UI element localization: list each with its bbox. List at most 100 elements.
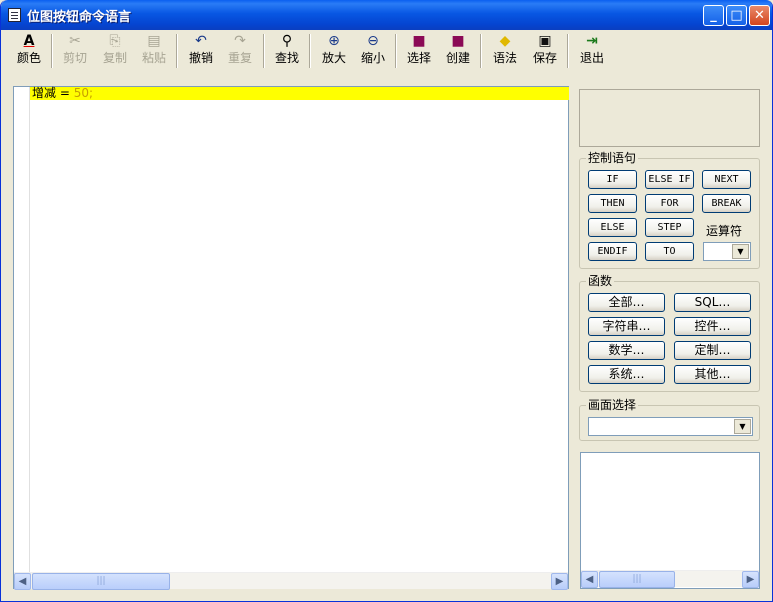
zoom-in-button[interactable]: ⊕ 放大 — [316, 31, 352, 73]
floppy-disk-icon: ▣ — [538, 33, 552, 49]
scroll-right-arrow-icon[interactable]: ▶ — [742, 571, 759, 588]
color-label: 颜色 — [16, 51, 41, 65]
scissors-icon: ✂ — [69, 33, 81, 49]
list-horizontal-scrollbar[interactable]: ◀ ||| ▶ — [581, 570, 759, 588]
else-if-button[interactable]: ELSE IF — [645, 170, 694, 189]
sql-functions-button[interactable]: SQL… — [674, 293, 751, 312]
line-gutter — [14, 87, 30, 572]
find-button[interactable]: ⚲ 查找 — [269, 31, 305, 73]
undo-icon: ↶ — [195, 33, 207, 49]
exit-door-icon: ⇥ — [586, 33, 598, 49]
warning-diamond-icon: ◆ — [499, 33, 511, 49]
binoculars-icon: ⚲ — [281, 33, 293, 49]
title-bar[interactable]: 位图按钮命令语言 _ □ ✕ — [1, 0, 772, 30]
create-square-icon: ■ — [451, 33, 465, 49]
control-statements-group: 控制语句 IF ELSE IF NEXT THEN FOR BREAK ELSE… — [579, 151, 760, 269]
copy-label: 复制 — [102, 51, 127, 65]
zoom-in-icon: ⊕ — [328, 33, 340, 49]
toolbar: A 颜色 ✂ 剪切 ⎘ 复制 ▤ 粘贴 ↶ 撤销 ↷ 重复 ⚲ 查找 ⊕ 放大 … — [7, 31, 767, 73]
close-button[interactable]: ✕ — [749, 5, 770, 26]
zoom-in-label: 放大 — [321, 51, 346, 65]
preview-panel — [579, 89, 760, 147]
zoom-out-icon: ⊖ — [367, 33, 379, 49]
step-button[interactable]: STEP — [645, 218, 694, 237]
endif-button[interactable]: ENDIF — [588, 242, 637, 261]
select-label: 选择 — [406, 51, 431, 65]
screen-select[interactable]: ▼ — [588, 417, 753, 436]
functions-label: 函数 — [586, 274, 615, 288]
undo-label: 撤销 — [188, 51, 213, 65]
chevron-down-icon[interactable]: ▼ — [732, 244, 749, 259]
color-button[interactable]: A 颜色 — [11, 31, 47, 73]
zoom-out-label: 缩小 — [360, 51, 385, 65]
toolbar-separator — [480, 34, 482, 68]
create-button[interactable]: ■ 创建 — [440, 31, 476, 73]
exit-button[interactable]: ⇥ 退出 — [574, 31, 610, 73]
maximize-button[interactable]: □ — [726, 5, 747, 26]
code-identifier: 增减 — [32, 86, 57, 100]
document-icon — [8, 8, 21, 22]
copy-icon: ⎘ — [109, 33, 121, 49]
scroll-thumb[interactable]: ||| — [599, 571, 675, 588]
save-label: 保存 — [532, 51, 557, 65]
then-button[interactable]: THEN — [588, 194, 637, 213]
code-editor[interactable]: 增减 = 50; ◀ ||| ▶ — [13, 86, 569, 590]
code-operator: = — [56, 86, 74, 100]
scroll-right-arrow-icon[interactable]: ▶ — [551, 573, 568, 590]
toolbar-separator — [309, 34, 311, 68]
screen-select-group: 画面选择 ▼ — [579, 398, 760, 441]
string-functions-button[interactable]: 字符串… — [588, 317, 665, 336]
minimize-button[interactable]: _ — [703, 5, 724, 26]
paste-button[interactable]: ▤ 粘贴 — [136, 31, 172, 73]
redo-label: 重复 — [227, 51, 252, 65]
to-button[interactable]: TO — [645, 242, 694, 261]
screen-select-label: 画面选择 — [586, 398, 639, 412]
other-functions-button[interactable]: 其他… — [674, 365, 751, 384]
scroll-left-arrow-icon[interactable]: ◀ — [581, 571, 598, 588]
window-title: 位图按钮命令语言 — [27, 10, 132, 25]
if-button[interactable]: IF — [588, 170, 637, 189]
toolbar-separator — [263, 34, 265, 68]
zoom-out-button[interactable]: ⊖ 缩小 — [355, 31, 391, 73]
toolbar-separator — [567, 34, 569, 68]
chevron-down-icon[interactable]: ▼ — [734, 419, 751, 434]
all-functions-button[interactable]: 全部… — [588, 293, 665, 312]
scroll-thumb[interactable]: ||| — [32, 573, 170, 590]
editor-horizontal-scrollbar[interactable]: ◀ ||| ▶ — [14, 572, 568, 590]
system-functions-button[interactable]: 系统… — [588, 365, 665, 384]
font-color-icon: A — [23, 33, 35, 49]
select-square-icon: ■ — [412, 33, 426, 49]
paste-icon: ▤ — [147, 33, 161, 49]
create-label: 创建 — [445, 51, 470, 65]
undo-button[interactable]: ↶ 撤销 — [183, 31, 219, 73]
scroll-left-arrow-icon[interactable]: ◀ — [14, 573, 31, 590]
redo-button[interactable]: ↷ 重复 — [222, 31, 258, 73]
toolbar-separator — [51, 34, 53, 68]
next-button[interactable]: NEXT — [702, 170, 751, 189]
cut-label: 剪切 — [62, 51, 87, 65]
break-button[interactable]: BREAK — [702, 194, 751, 213]
else-button[interactable]: ELSE — [588, 218, 637, 237]
for-button[interactable]: FOR — [645, 194, 694, 213]
function-list-box[interactable]: ◀ ||| ▶ — [580, 452, 760, 589]
operator-label: 运算符 — [706, 224, 743, 238]
redo-icon: ↷ — [234, 33, 246, 49]
find-label: 查找 — [274, 51, 299, 65]
code-number: 50 — [73, 86, 89, 100]
code-terminator: ; — [88, 86, 94, 100]
cut-button[interactable]: ✂ 剪切 — [57, 31, 93, 73]
custom-functions-button[interactable]: 定制… — [674, 341, 751, 360]
control-functions-button[interactable]: 控件… — [674, 317, 751, 336]
toolbar-separator — [176, 34, 178, 68]
select-button[interactable]: ■ 选择 — [401, 31, 437, 73]
math-functions-button[interactable]: 数学… — [588, 341, 665, 360]
toolbar-separator — [395, 34, 397, 68]
save-button[interactable]: ▣ 保存 — [527, 31, 563, 73]
control-statements-label: 控制语句 — [586, 151, 639, 165]
operator-select[interactable]: ▼ — [703, 242, 751, 261]
syntax-button[interactable]: ◆ 语法 — [487, 31, 523, 73]
copy-button[interactable]: ⎘ 复制 — [97, 31, 133, 73]
syntax-label: 语法 — [492, 51, 517, 65]
paste-label: 粘贴 — [141, 51, 166, 65]
code-line-current[interactable]: 增减 = 50; — [30, 87, 569, 100]
